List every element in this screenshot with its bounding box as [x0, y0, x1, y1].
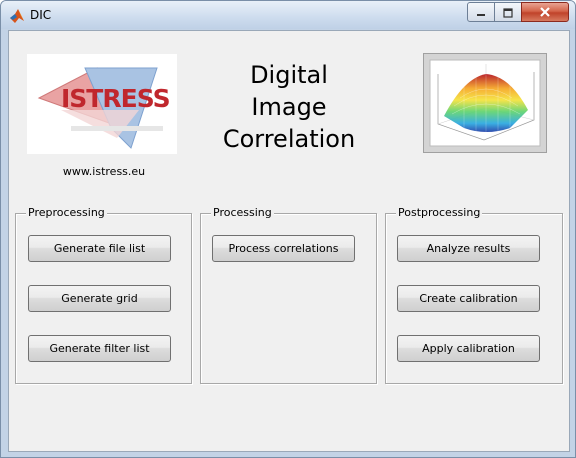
postprocessing-panel: Postprocessing Analyze results Create ca…: [385, 206, 563, 384]
create-calibration-button[interactable]: Create calibration: [397, 285, 540, 312]
close-button[interactable]: [521, 2, 569, 22]
website-label: www.istress.eu: [62, 165, 146, 178]
surface-plot-image: [423, 53, 547, 153]
client-area: ISTRESS www.istress.eu Digital Image Cor…: [8, 30, 570, 452]
matlab-icon: [9, 8, 25, 24]
generate-grid-button[interactable]: Generate grid: [28, 285, 171, 312]
heading-line-3: Correlation: [222, 125, 356, 153]
title-bar[interactable]: DIC: [1, 1, 575, 29]
generate-filter-list-button[interactable]: Generate filter list: [28, 335, 171, 362]
maximize-button[interactable]: [494, 2, 522, 22]
window-title: DIC: [30, 8, 52, 22]
dic-window: DIC ISTRESS www.istress.eu Digital Image…: [0, 0, 576, 458]
process-correlations-button[interactable]: Process correlations: [212, 235, 355, 262]
logo-text: ISTRESS: [61, 84, 171, 113]
analyze-results-button[interactable]: Analyze results: [397, 235, 540, 262]
page-title: Digital Image Correlation: [209, 59, 369, 155]
generate-file-list-button[interactable]: Generate file list: [28, 235, 171, 262]
heading-line-2: Image: [251, 93, 327, 121]
close-icon: [539, 3, 551, 22]
apply-calibration-button[interactable]: Apply calibration: [397, 335, 540, 362]
minimize-icon: [476, 3, 486, 22]
processing-panel: Processing Process correlations: [200, 206, 377, 384]
preprocessing-title: Preprocessing: [26, 206, 107, 219]
istress-logo: ISTRESS: [27, 54, 177, 154]
heading-line-1: Digital: [250, 61, 328, 89]
postprocessing-title: Postprocessing: [396, 206, 483, 219]
minimize-button[interactable]: [467, 2, 495, 22]
maximize-icon: [503, 3, 513, 22]
preprocessing-panel: Preprocessing Generate file list Generat…: [15, 206, 192, 384]
processing-title: Processing: [211, 206, 274, 219]
